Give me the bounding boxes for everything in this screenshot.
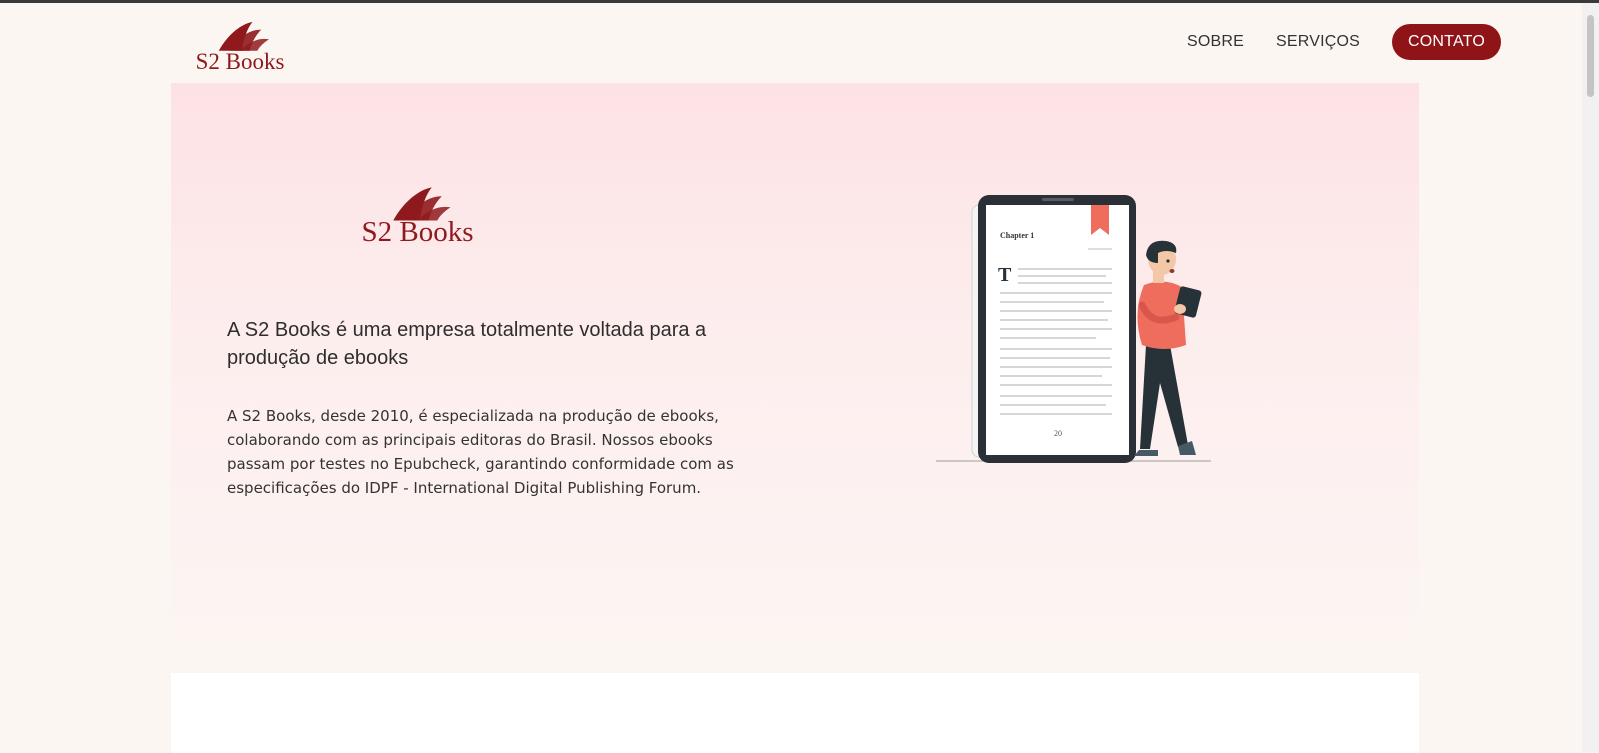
main-nav: SOBRE SERVIÇOS CONTATO: [1187, 24, 1501, 60]
window-top-border: [0, 0, 1599, 3]
chapter-label: Chapter 1: [1000, 231, 1034, 240]
hero-title: A S2 Books é uma empresa totalmente volt…: [227, 319, 707, 369]
ebook-reader-illustration: Chapter 1 T 20: [936, 195, 1211, 463]
brand-name: S2 Books: [195, 49, 285, 74]
nav-item-sobre[interactable]: SOBRE: [1187, 33, 1244, 51]
hero-brand-name: S2 Books: [361, 216, 474, 248]
page-scrollbar[interactable]: [1582, 3, 1599, 752]
scrollbar-thumb[interactable]: [1587, 15, 1594, 97]
next-section-card: [171, 673, 1419, 753]
hero-description: A S2 Books, desde 2010, é especializada …: [227, 407, 734, 497]
hero-section: S2 Books A S2 Books é uma empresa totalm…: [171, 83, 1419, 673]
contact-button[interactable]: CONTATO: [1392, 24, 1501, 60]
nav-item-servicos[interactable]: SERVIÇOS: [1276, 33, 1360, 51]
header-logo[interactable]: S2 Books: [190, 18, 290, 74]
book-pages-logo-icon: [218, 21, 269, 51]
drop-cap: T: [998, 264, 1012, 286]
page-number: 20: [1054, 429, 1062, 438]
person-reading-figure: [1134, 240, 1202, 456]
hero-logo: S2 Books: [361, 183, 474, 247]
